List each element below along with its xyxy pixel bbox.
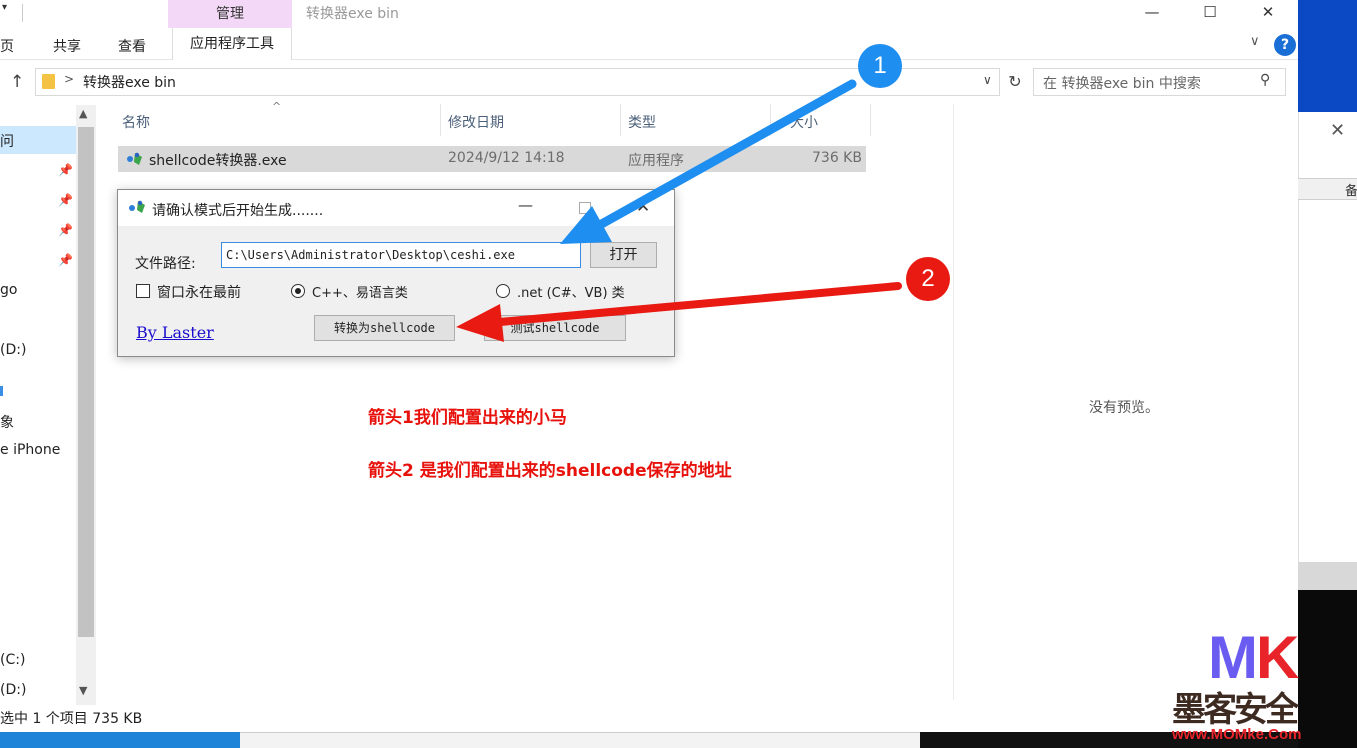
watermark-logo: MK: [1208, 628, 1299, 688]
annotation-badge-2: 2: [906, 257, 950, 301]
annotation-badge-1: 1: [858, 44, 902, 88]
annotation-note-1: 箭头1我们配置出来的小马: [368, 408, 567, 428]
watermark-brand: 墨客安全: [1172, 690, 1299, 730]
arrow-2-shaft: [496, 282, 902, 326]
watermark-m: M: [1208, 624, 1258, 691]
watermark-url: www.MOMke.Com: [1172, 726, 1302, 743]
arrow-2-head: [456, 304, 504, 342]
watermark-k: K: [1255, 624, 1299, 691]
annotation-arrows: [456, 79, 902, 342]
annotation-note-2: 箭头2 是我们配置出来的shellcode保存的地址: [368, 461, 732, 481]
arrow-1-shaft: [593, 79, 857, 231]
